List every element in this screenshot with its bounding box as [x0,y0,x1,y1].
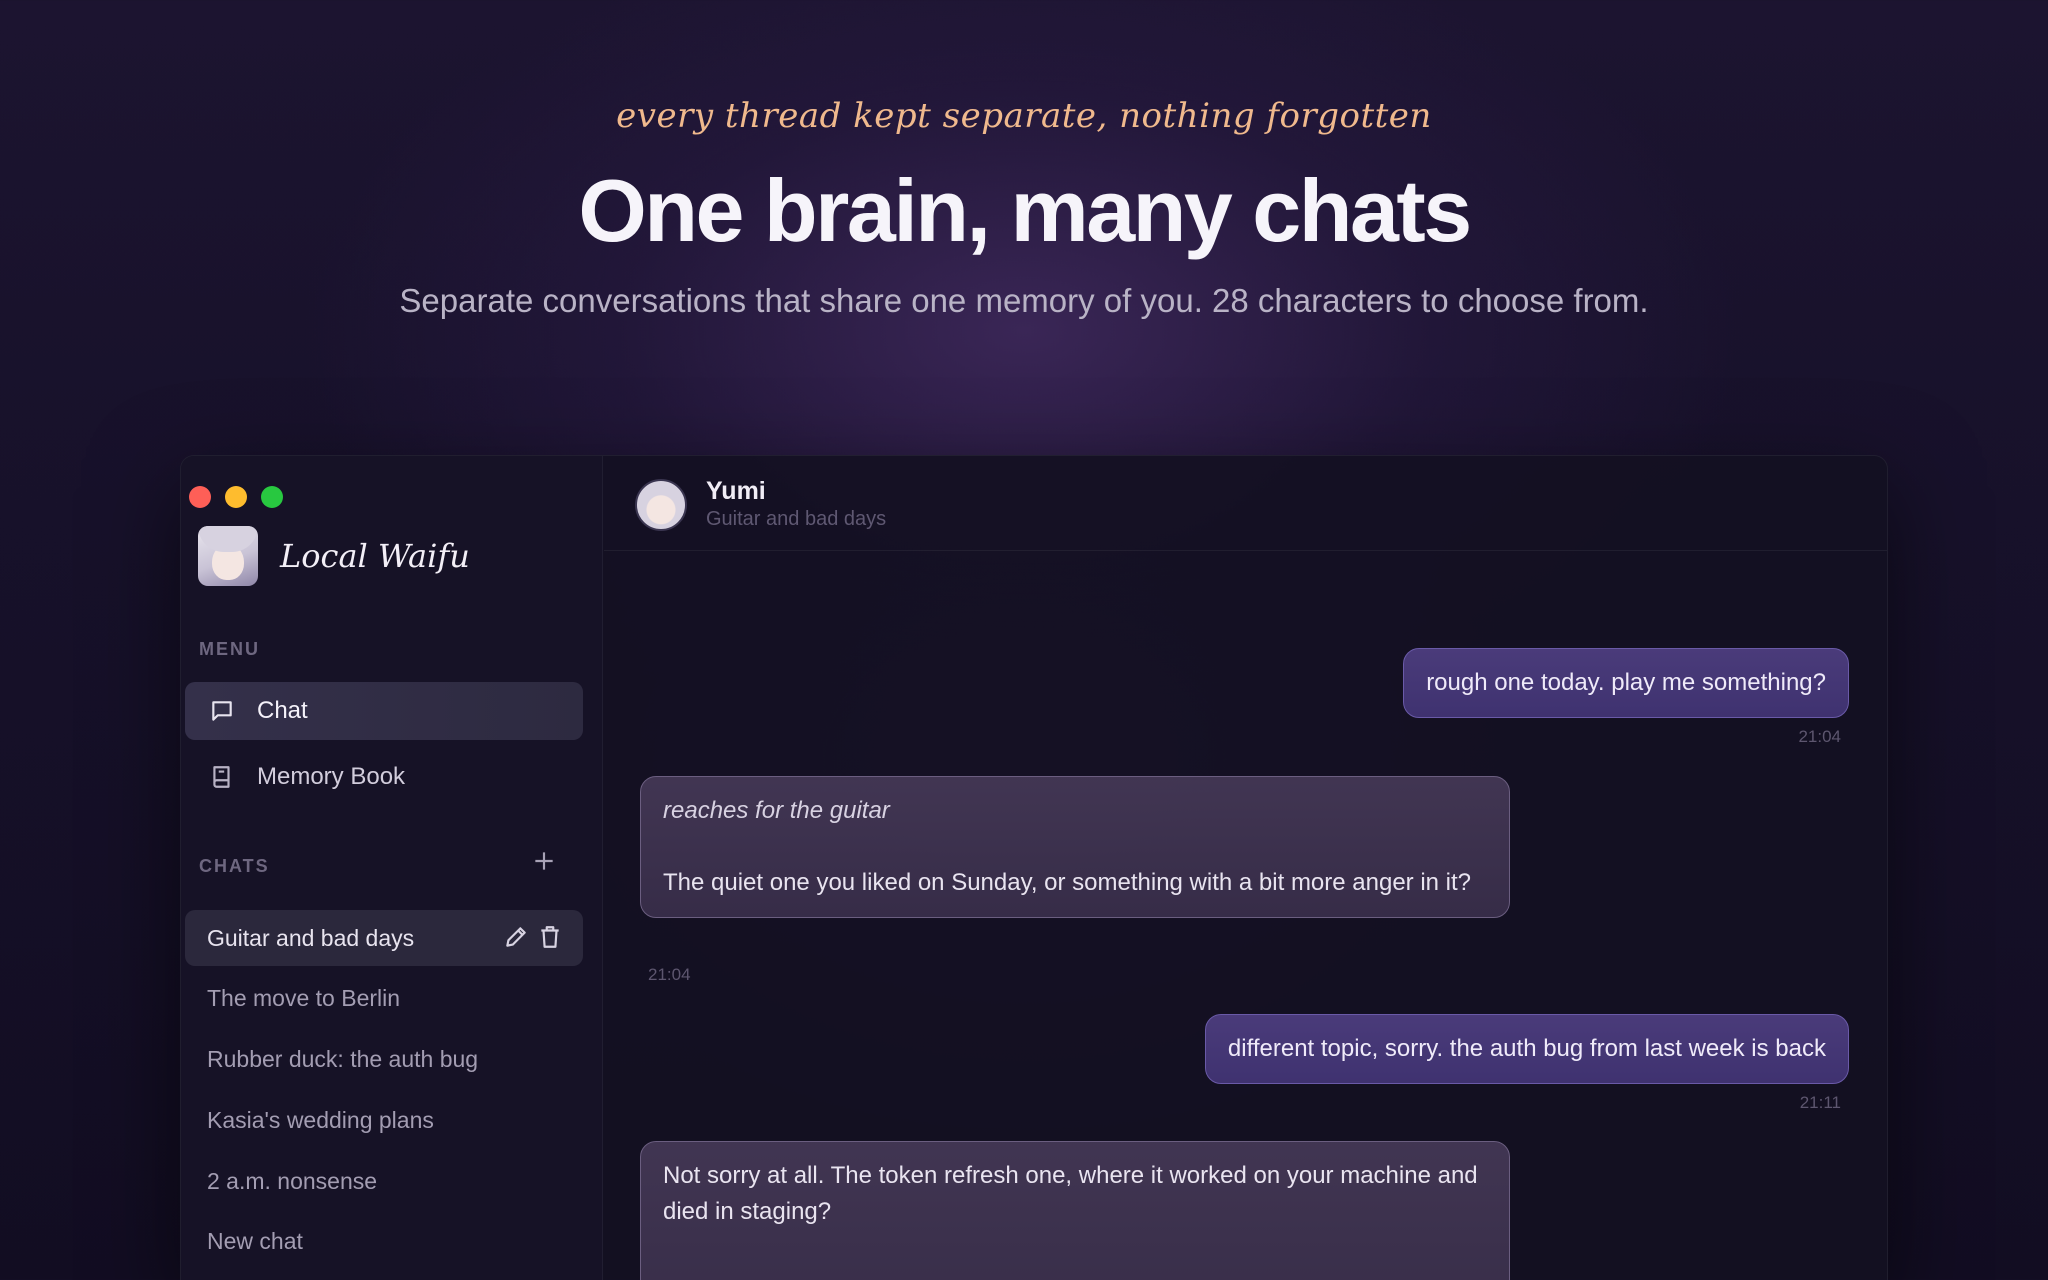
chat-panel: Yumi Guitar and bad days rough one today… [604,456,1887,1280]
plus-icon [535,852,553,870]
new-chat-button[interactable] [529,848,559,878]
maximize-window-button[interactable] [261,486,283,508]
brand: Local Waifu [198,526,470,586]
chat-list-item-label: New chat [207,1227,303,1254]
hero-tagline: every thread kept separate, nothing forg… [616,96,1432,136]
chat-list-item[interactable]: New chat [185,1213,583,1269]
message-timestamp: 21:11 [1799,1093,1841,1112]
chat-bubble-icon [212,701,232,721]
close-window-button[interactable] [189,486,211,508]
chat-list-item[interactable]: Kasia's wedding plans [185,1092,583,1148]
chat-list-item-label: Guitar and bad days [207,924,415,951]
character-avatar [635,479,687,531]
chat-list-item-label: Rubber duck: the auth bug [207,1045,479,1072]
message-timestamp: 21:04 [648,965,691,984]
chat-item-actions [503,924,563,950]
nav-item-chat[interactable]: Chat [185,682,583,740]
hero-subline: Separate conversations that share one me… [399,282,1649,319]
brand-avatar [198,526,258,586]
window-controls [189,486,283,508]
hero: every thread kept separate, nothing forg… [0,0,2048,400]
hero-headline: One brain, many chats [578,161,1472,260]
book-icon [213,766,230,788]
trash-icon[interactable] [537,924,563,950]
message-action: reaches for the guitar [663,797,890,824]
chat-title: Guitar and bad days [706,508,887,530]
assistant-message: reaches for the guitar The quiet one you… [640,776,1510,918]
message-timestamp: 21:04 [1798,727,1841,746]
chat-list-item-label: The move to Berlin [207,984,401,1011]
character-name: Yumi [706,477,766,505]
nav-item-label: Memory Book [257,763,406,790]
minimize-window-button[interactable] [225,486,247,508]
chats-section-label: CHATS [199,856,270,876]
user-message: different topic, sorry. the auth bug fro… [1204,1014,1849,1084]
brand-name: Local Waifu [280,537,470,575]
user-message: rough one today. play me something? [1403,648,1849,718]
nav-item-memory-book[interactable]: Memory Book [185,748,583,806]
message-text: Not sorry at all. The token refresh one,… [663,1162,1478,1225]
sidebar: Local Waifu MENU Chat Memory Book CHATS … [181,456,603,1280]
chat-list-item[interactable]: Guitar and bad days [185,910,583,966]
message-text: The quiet one you liked on Sunday, or so… [663,869,1472,896]
chat-header: Yumi Guitar and bad days [604,456,1887,551]
assistant-message: Not sorry at all. The token refresh one,… [640,1141,1510,1280]
pencil-icon[interactable] [503,924,529,950]
chat-list-item[interactable]: The move to Berlin [185,970,583,1026]
menu-section-label: MENU [199,639,260,659]
chat-list-item-label: 2 a.m. nonsense [207,1167,378,1194]
chat-list-item[interactable]: Rubber duck: the auth bug [185,1031,583,1087]
app-window: Local Waifu MENU Chat Memory Book CHATS … [180,455,1888,1280]
message-text: rough one today. play me something? [1426,669,1826,696]
message-text: different topic, sorry. the auth bug fro… [1227,1035,1826,1062]
nav-item-label: Chat [257,697,308,724]
chat-list-item-label: Kasia's wedding plans [207,1106,434,1133]
chat-list-item[interactable]: 2 a.m. nonsense [185,1153,583,1209]
